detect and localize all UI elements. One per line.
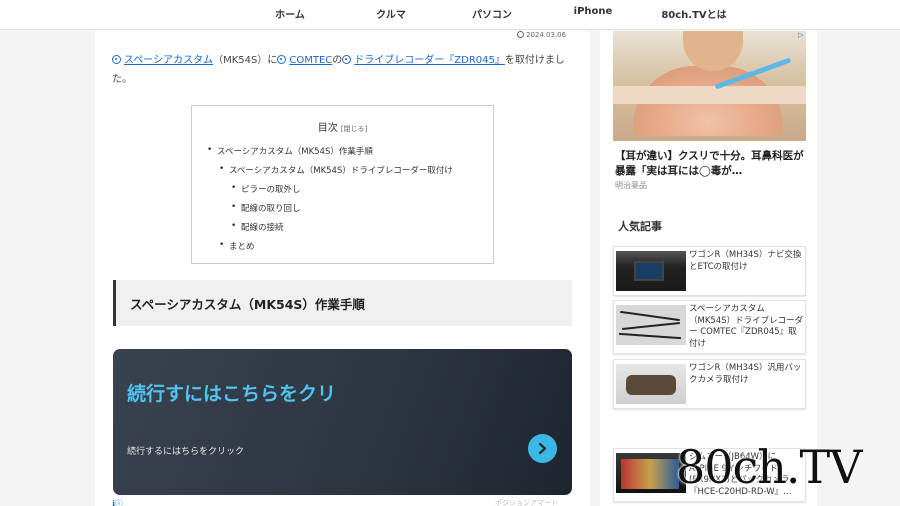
car-navigation-thumbnail xyxy=(616,251,686,291)
link-drive-recorder[interactable]: ドライブレコーダー『ZDR045』 xyxy=(354,55,505,66)
clock-icon xyxy=(517,31,524,38)
popular-posts-heading: 人気記事 xyxy=(618,220,662,233)
nav-home[interactable]: ホーム xyxy=(240,6,340,21)
sidebar: ▷ 【耳が違い】クスリで十分。耳鼻科医が暴露「実は耳には◯毒が… 明治薬品 人気… xyxy=(600,31,817,506)
promo-arrow-button[interactable] xyxy=(528,434,557,463)
nav-iphone[interactable]: iPhone xyxy=(543,6,643,17)
ad-image[interactable] xyxy=(613,31,806,141)
promo-banner[interactable]: 続行すにはこちらをクリ 続行するにはちらをクリック xyxy=(113,349,572,495)
popular-post-card[interactable]: スペーシアカスタム（MK54S）ドライブレコーダー COMTEC『ZDR045』… xyxy=(613,300,806,354)
hand-shape xyxy=(683,31,743,71)
intro-text-2: の xyxy=(332,55,343,66)
link-spacia-custom[interactable]: スペーシアカスタム xyxy=(124,55,213,66)
promo-title: 続行すにはこちらをクリ xyxy=(127,383,337,405)
nav-about[interactable]: 80ch.TVとは xyxy=(644,6,744,21)
toc-item[interactable]: ピラーの取外し xyxy=(231,183,300,195)
article-intro: スペーシアカスタム（MK54S）に COMTECの ドライブレコーダー『ZDR045… xyxy=(112,51,572,89)
ad-sponsor: 明治薬品 xyxy=(615,181,647,190)
popular-post-title: ワゴンR（MH34S）ナビ交換とETCの取付け xyxy=(689,250,802,272)
chevron-right-icon xyxy=(538,442,547,455)
popular-post-card[interactable]: ワゴンR（MH34S）ナビ交換とETCの取付け xyxy=(613,246,806,296)
toc-item[interactable]: まとめ xyxy=(219,240,254,252)
site-watermark-logo: 80ch.TV xyxy=(676,440,862,494)
link-circle-icon xyxy=(112,55,121,64)
ear-canal-shape xyxy=(613,86,806,104)
ad-choices-icon[interactable]: ▷ xyxy=(798,31,803,39)
post-date-text: 2024.03.06 xyxy=(526,31,567,39)
ad-info-icon[interactable]: ℹⓘ xyxy=(112,498,123,506)
nav-car[interactable]: クルマ xyxy=(341,6,441,21)
promo-subtitle: 続行するにはちらをクリック xyxy=(127,447,245,457)
toc-item[interactable]: 配線の接続 xyxy=(231,221,283,233)
post-date: 2024.03.06 xyxy=(517,31,566,39)
link-circle-icon xyxy=(342,55,352,64)
popular-post-title: ワゴンR（MH34S）汎用バックカメラ取付け xyxy=(689,363,802,385)
ad-attribution: ポジションアマート xyxy=(495,499,558,506)
toc-item[interactable]: スペーシアカスタム（MK54S）ドライブレコーダー取付け xyxy=(219,164,453,176)
wiring-thumbnail xyxy=(616,305,686,345)
section-heading: スペーシアカスタム（MK54S）作業手順 xyxy=(113,280,572,326)
article-main: 2024.03.06 スペーシアカスタム（MK54S）に COMTECの ドライブレ… xyxy=(95,31,590,506)
top-navigation: ホーム クルマ パソコン iPhone 80ch.TVとは xyxy=(0,0,900,30)
table-of-contents: 目次[閉じる] スペーシアカスタム（MK54S）作業手順 スペーシアカスタム（M… xyxy=(191,105,494,264)
section-heading-text: スペーシアカスタム（MK54S）作業手順 xyxy=(130,297,365,312)
toc-title: 目次 [閉じる] xyxy=(192,119,493,134)
intro-text-1: （MK54S）に xyxy=(213,55,278,66)
link-circle-icon xyxy=(277,55,287,64)
popular-post-card[interactable]: ワゴンR（MH34S）汎用バックカメラ取付け xyxy=(613,359,806,409)
toc-item[interactable]: 配線の取り回し xyxy=(231,202,300,214)
toc-toggle-button[interactable]: [閉じる] xyxy=(341,125,367,133)
ad-headline[interactable]: 【耳が違い】クスリで十分。耳鼻科医が暴露「実は耳には◯毒が… xyxy=(615,149,807,179)
toc-item[interactable]: スペーシアカスタム（MK54S）作業手順 xyxy=(207,145,373,157)
link-comtec[interactable]: COMTEC xyxy=(289,55,332,66)
nav-pc[interactable]: パソコン xyxy=(442,6,542,21)
back-camera-thumbnail xyxy=(616,364,686,404)
toc-title-text: 目次 xyxy=(317,123,338,134)
popular-post-title: スペーシアカスタム（MK54S）ドライブレコーダー COMTEC『ZDR045』… xyxy=(689,304,804,349)
